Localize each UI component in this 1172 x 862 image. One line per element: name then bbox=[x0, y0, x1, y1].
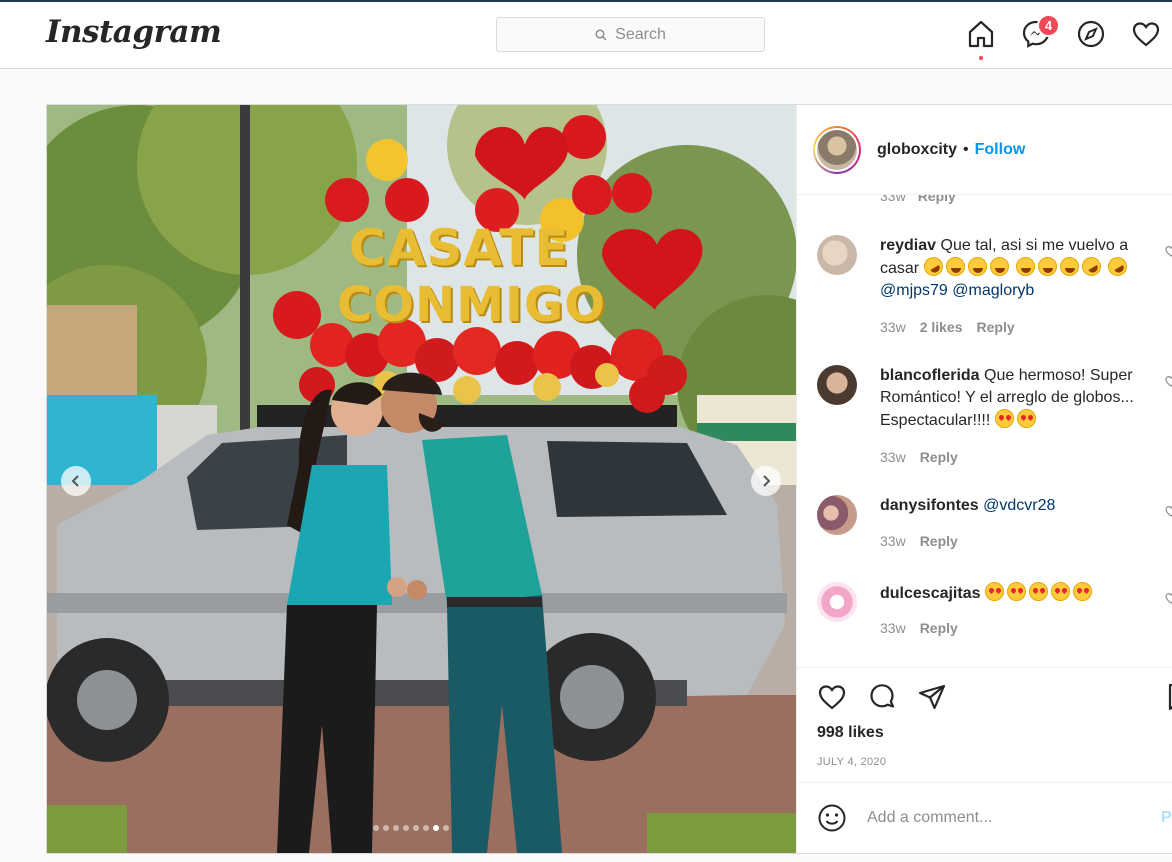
chevron-left-icon bbox=[71, 475, 79, 487]
owner-username[interactable]: globoxcity bbox=[877, 141, 957, 159]
emoji-group bbox=[920, 253, 1131, 280]
carousel-next-button[interactable] bbox=[751, 466, 781, 496]
comment-time: 33w bbox=[880, 449, 906, 465]
window-accent-line bbox=[0, 0, 1172, 2]
comment-mention[interactable]: @vdcvr28 bbox=[983, 497, 1055, 514]
search-box[interactable]: Search bbox=[496, 17, 765, 52]
header-separator: • bbox=[963, 140, 969, 158]
search-placeholder: Search bbox=[615, 25, 666, 43]
post-date[interactable]: JULY 4, 2020 bbox=[817, 756, 886, 768]
comment-time: 33w bbox=[880, 620, 906, 636]
comments-list[interactable]: 33w Reply reydiav Que tal, asi si me vuel… bbox=[797, 195, 1172, 667]
comment-mentions[interactable]: @mjps79 @magloryb bbox=[880, 282, 1034, 299]
share-icon[interactable] bbox=[917, 682, 947, 712]
follow-button[interactable]: Follow bbox=[975, 141, 1026, 159]
carousel-dot bbox=[423, 825, 429, 831]
comment-meta: 33w Reply bbox=[880, 449, 958, 465]
comment-body: dulcescajitas bbox=[880, 582, 1170, 605]
laughing-emoji-icon bbox=[1038, 257, 1058, 276]
laughing-emoji-icon bbox=[967, 257, 987, 276]
carousel-dot bbox=[383, 825, 389, 831]
comment-meta: 33w Reply bbox=[880, 533, 958, 549]
carousel-dot bbox=[393, 825, 399, 831]
comment-item: danysifontes @vdcvr28 33w Reply bbox=[817, 495, 1172, 565]
home-active-dot bbox=[979, 56, 983, 60]
comment-body: danysifontes @vdcvr28 bbox=[880, 495, 1170, 517]
comment-item: dulcescajitas 33w Reply bbox=[817, 582, 1172, 652]
commenter-username[interactable]: blancoflerida bbox=[880, 367, 980, 384]
commenter-avatar[interactable] bbox=[817, 495, 857, 535]
heart-eyes-emoji-icon bbox=[1028, 582, 1048, 601]
carousel-dot bbox=[443, 825, 449, 831]
home-icon[interactable] bbox=[965, 18, 997, 50]
comment-item: blancoflerida Que hermoso! Super Románti… bbox=[817, 365, 1172, 475]
commenter-username[interactable]: reydiav bbox=[880, 237, 936, 254]
reply-button[interactable]: Reply bbox=[920, 449, 958, 465]
emoji-picker-icon[interactable] bbox=[817, 803, 847, 833]
laughing-emoji-icon bbox=[945, 257, 965, 276]
heart-eyes-emoji-icon bbox=[994, 409, 1014, 428]
post-header: globoxcity • Follow bbox=[797, 105, 1172, 195]
carousel-dot bbox=[403, 825, 409, 831]
rofl-emoji-icon bbox=[1105, 253, 1131, 280]
carousel-prev-button[interactable] bbox=[61, 466, 91, 496]
heart-icon[interactable] bbox=[1130, 18, 1162, 50]
search-icon bbox=[595, 28, 607, 41]
laughing-emoji-icon bbox=[1060, 257, 1080, 276]
reply-button[interactable]: Reply bbox=[920, 533, 958, 549]
likes-count[interactable]: 998 likes bbox=[817, 724, 884, 742]
heart-eyes-emoji-icon bbox=[1072, 582, 1092, 601]
top-navigation-bar: Instagram Search 4 bbox=[0, 0, 1172, 69]
carousel-dot bbox=[433, 825, 439, 831]
commenter-avatar[interactable] bbox=[817, 582, 857, 622]
reply-button[interactable]: Reply bbox=[920, 620, 958, 636]
post-actions-section: 998 likes JULY 4, 2020 Post bbox=[797, 667, 1172, 853]
post-comment-button[interactable]: Post bbox=[1161, 809, 1172, 827]
laughing-emoji-icon bbox=[1016, 257, 1036, 276]
explore-icon[interactable] bbox=[1075, 18, 1107, 50]
like-heart-icon[interactable] bbox=[817, 682, 847, 712]
add-comment-input[interactable] bbox=[867, 803, 1147, 833]
carousel-dot bbox=[413, 825, 419, 831]
rofl-emoji-icon bbox=[1078, 253, 1105, 280]
comment-like-heart-icon[interactable] bbox=[1165, 245, 1172, 257]
comment-like-heart-icon[interactable] bbox=[1165, 592, 1172, 604]
commenter-avatar[interactable] bbox=[817, 365, 857, 405]
chevron-right-icon bbox=[763, 475, 771, 487]
messages-badge: 4 bbox=[1037, 14, 1060, 37]
laughing-emoji-icon bbox=[989, 257, 1009, 276]
carousel-indicator bbox=[373, 825, 449, 831]
carousel-dot bbox=[373, 825, 379, 831]
heart-eyes-emoji-icon bbox=[1016, 409, 1036, 428]
rofl-emoji-icon bbox=[920, 253, 947, 280]
comment-body: blancoflerida Que hermoso! Super Románti… bbox=[880, 365, 1170, 432]
post-card: CASATE CONMIGO globoxcity • Follow 33w R… bbox=[46, 104, 1172, 854]
commenter-avatar[interactable] bbox=[817, 235, 857, 275]
comment-body: reydiav Que tal, asi si me vuelvo a casa… bbox=[880, 235, 1170, 302]
owner-avatar[interactable] bbox=[813, 125, 861, 174]
post-photo[interactable]: CASATE CONMIGO bbox=[47, 105, 796, 853]
heart-eyes-emoji-icon bbox=[984, 582, 1004, 601]
commenter-username[interactable]: dulcescajitas bbox=[880, 585, 981, 602]
comment-like-heart-icon[interactable] bbox=[1165, 505, 1172, 517]
comment-meta: 33w Reply bbox=[880, 620, 958, 636]
comment-meta: 33w 2 likes Reply bbox=[880, 319, 1015, 335]
save-bookmark-icon[interactable] bbox=[1167, 682, 1172, 712]
instagram-logo[interactable]: Instagram bbox=[46, 14, 222, 50]
post-side-panel: globoxcity • Follow 33w Reply reydiav Que… bbox=[796, 105, 1172, 853]
comment-meta-cut: 33w Reply bbox=[880, 195, 956, 204]
reply-button[interactable]: Reply bbox=[918, 195, 956, 204]
add-comment-bar: Post bbox=[797, 782, 1172, 854]
photo-couple bbox=[277, 372, 562, 853]
comment-icon[interactable] bbox=[867, 682, 897, 712]
commenter-username[interactable]: danysifontes bbox=[880, 497, 979, 514]
comment-time: 33w bbox=[880, 533, 906, 549]
comment-like-heart-icon[interactable] bbox=[1165, 375, 1172, 387]
comment-likes[interactable]: 2 likes bbox=[920, 319, 963, 335]
comment-time: 33w bbox=[880, 319, 906, 335]
heart-eyes-emoji-icon bbox=[1050, 582, 1070, 601]
reply-button[interactable]: Reply bbox=[977, 319, 1015, 335]
comment-item: reydiav Que tal, asi si me vuelvo a casa… bbox=[817, 235, 1172, 355]
heart-eyes-emoji-icon bbox=[1006, 582, 1026, 601]
